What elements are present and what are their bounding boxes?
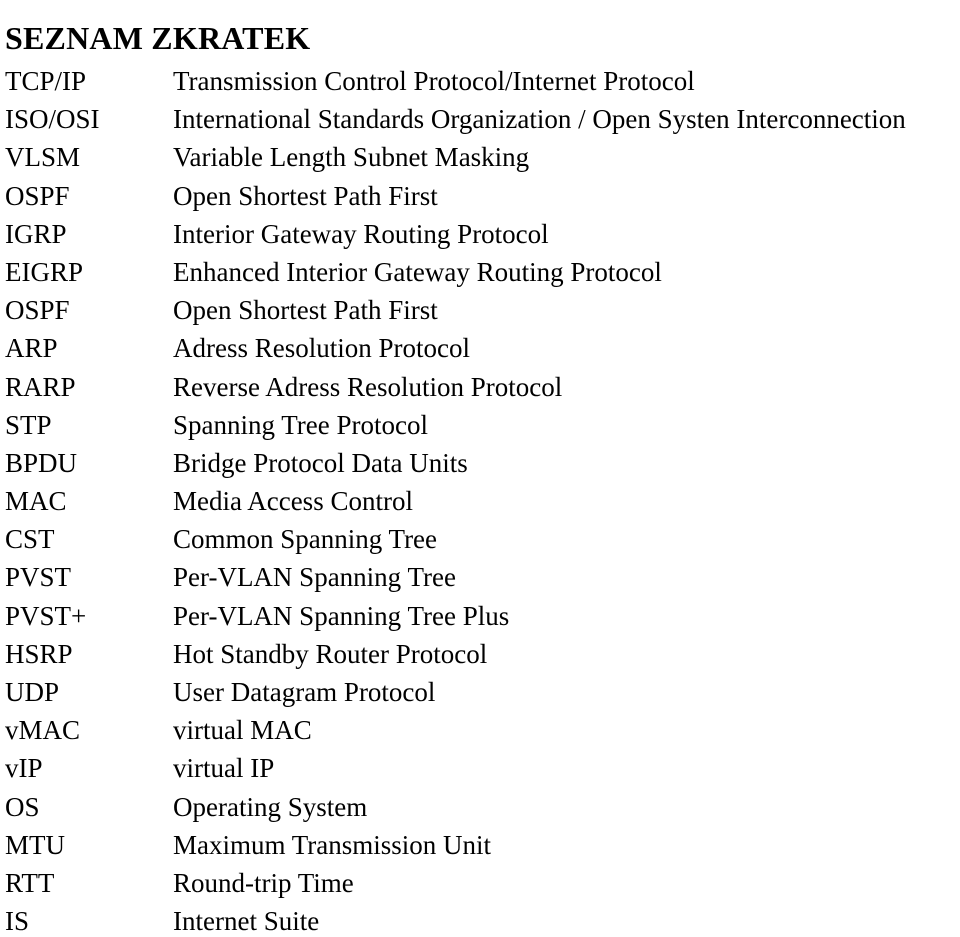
abbreviation-row: IGRP Interior Gateway Routing Protocol bbox=[0, 215, 960, 253]
abbreviation-term: ISO/OSI bbox=[5, 104, 100, 135]
abbreviation-term: MTU bbox=[5, 829, 65, 860]
abbreviation-definition: virtual MAC bbox=[173, 715, 312, 746]
abbreviation-term: IS bbox=[5, 906, 30, 937]
abbreviation-term: OSPF bbox=[5, 295, 70, 326]
abbreviation-row: BPDU Bridge Protocol Data Units bbox=[0, 444, 960, 482]
abbreviation-row: STP Spanning Tree Protocol bbox=[0, 406, 960, 444]
document-page: SEZNAM ZKRATEK TCP/IP Transmission Contro… bbox=[0, 0, 960, 937]
abbreviation-term: EIGRP bbox=[5, 256, 84, 287]
abbreviation-row: RARP Reverse Adress Resolution Protocol bbox=[0, 368, 960, 406]
abbreviation-row: VLSM Variable Length Subnet Masking bbox=[0, 138, 960, 176]
abbreviation-term: RTT bbox=[5, 867, 55, 898]
abbreviation-term: OSPF bbox=[5, 180, 70, 211]
abbreviation-term: RARP bbox=[5, 371, 76, 402]
abbreviation-row: vIP virtual IP bbox=[0, 749, 960, 787]
abbreviation-definition: Adress Resolution Protocol bbox=[173, 333, 470, 364]
abbreviation-term: CST bbox=[5, 524, 55, 555]
abbreviation-definition: User Datagram Protocol bbox=[173, 677, 436, 707]
abbreviation-term: UDP bbox=[5, 677, 60, 707]
abbreviation-row: PVST+ Per-VLAN Spanning Tree Plus bbox=[0, 597, 960, 635]
abbreviation-definition: Open Shortest Path First bbox=[173, 180, 438, 211]
abbreviation-row: ISO/OSI International Standards Organizat… bbox=[0, 100, 960, 138]
abbreviation-row: vMAC virtual MAC bbox=[0, 711, 960, 749]
abbreviation-term: OS bbox=[5, 791, 40, 822]
abbreviation-row: CST Common Spanning Tree bbox=[0, 520, 960, 558]
abbreviation-term: HSRP bbox=[5, 638, 73, 669]
abbreviation-row: UDP User Datagram Protocol bbox=[0, 673, 960, 711]
abbreviation-row: IS Internet Suite bbox=[0, 902, 960, 937]
abbreviation-row: MAC Media Access Control bbox=[0, 482, 960, 520]
abbreviation-definition: Enhanced Interior Gateway Routing Protoc… bbox=[173, 256, 662, 287]
abbreviation-row: EIGRP Enhanced Interior Gateway Routing P… bbox=[0, 253, 960, 291]
abbreviation-term: PVST bbox=[5, 562, 72, 593]
abbreviation-definition: Open Shortest Path First bbox=[173, 295, 438, 326]
page-title: SEZNAM ZKRATEK bbox=[5, 20, 311, 57]
abbreviation-term: MAC bbox=[5, 486, 67, 517]
abbreviation-term: IGRP bbox=[5, 218, 67, 249]
abbreviation-term: VLSM bbox=[5, 142, 81, 173]
abbreviation-definition: Transmission Control Protocol/Internet P… bbox=[173, 66, 695, 96]
abbreviation-definition: Reverse Adress Resolution Protocol bbox=[173, 371, 563, 402]
abbreviation-definition: virtual IP bbox=[173, 753, 275, 784]
abbreviation-row: MTU Maximum Transmission Unit bbox=[0, 826, 960, 864]
abbreviation-definition: Common Spanning Tree bbox=[173, 524, 438, 555]
abbreviation-definition: Bridge Protocol Data Units bbox=[173, 447, 468, 478]
abbreviation-term: STP bbox=[5, 409, 52, 440]
abbreviation-definition: Operating System bbox=[173, 791, 368, 822]
abbreviation-definition: Hot Standby Router Protocol bbox=[173, 638, 488, 669]
abbreviation-term: PVST+ bbox=[5, 600, 87, 631]
abbreviation-definition: Per-VLAN Spanning Tree bbox=[173, 562, 456, 593]
abbreviation-term: vIP bbox=[5, 753, 43, 784]
abbreviation-definition: Variable Length Subnet Masking bbox=[173, 142, 530, 173]
abbreviation-term: vMAC bbox=[5, 715, 81, 746]
abbreviation-row: OSPF Open Shortest Path First bbox=[0, 291, 960, 329]
abbreviation-term: ARP bbox=[5, 333, 58, 364]
abbreviation-definition: Media Access Control bbox=[173, 486, 413, 517]
abbreviation-definition: Spanning Tree Protocol bbox=[173, 409, 429, 440]
abbreviation-list: TCP/IP Transmission Control Protocol/Inte… bbox=[0, 62, 960, 937]
abbreviation-row: RTT Round-trip Time bbox=[0, 864, 960, 902]
abbreviation-term: BPDU bbox=[5, 447, 78, 478]
abbreviation-row: OS Operating System bbox=[0, 788, 960, 826]
abbreviation-row: ARP Adress Resolution Protocol bbox=[0, 329, 960, 367]
abbreviation-row: TCP/IP Transmission Control Protocol/Inte… bbox=[0, 62, 960, 100]
abbreviation-definition: Per-VLAN Spanning Tree Plus bbox=[173, 600, 510, 631]
abbreviation-row: OSPF Open Shortest Path First bbox=[0, 177, 960, 215]
abbreviation-definition: Interior Gateway Routing Protocol bbox=[173, 218, 549, 249]
abbreviation-definition: Maximum Transmission Unit bbox=[173, 829, 492, 860]
abbreviation-row: HSRP Hot Standby Router Protocol bbox=[0, 635, 960, 673]
abbreviation-row: PVST Per-VLAN Spanning Tree bbox=[0, 558, 960, 596]
abbreviation-definition: International Standards Organization / O… bbox=[173, 104, 906, 135]
abbreviation-term: TCP/IP bbox=[5, 66, 87, 96]
abbreviation-definition: Internet Suite bbox=[173, 906, 320, 937]
abbreviation-definition: Round-trip Time bbox=[173, 867, 354, 898]
